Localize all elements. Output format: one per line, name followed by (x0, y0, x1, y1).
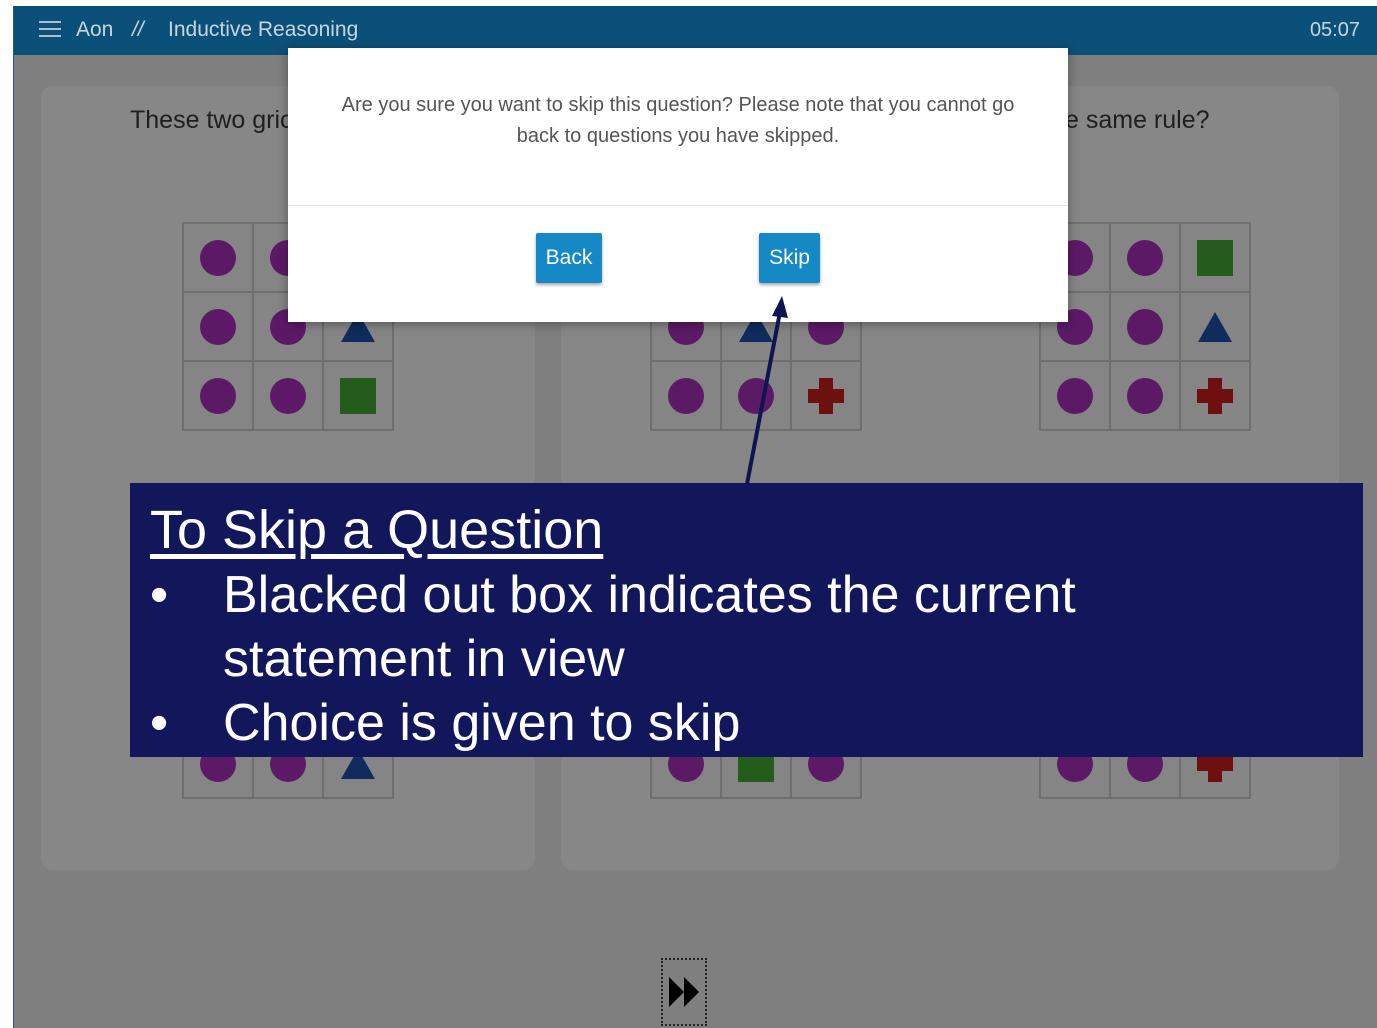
bullet-dot: • (150, 566, 169, 624)
shape-grid-3 (1039, 222, 1251, 431)
triangle-shape (1198, 311, 1232, 342)
fast-forward-icon (669, 977, 699, 1007)
timer: 05:07 (1309, 19, 1360, 41)
circle-shape (200, 308, 236, 345)
circle-shape (1127, 308, 1163, 345)
tutorial-callout: To Skip a Question • Blacked out box ind… (130, 483, 1363, 757)
breadcrumb-separator: // (132, 18, 144, 41)
circle-shape (270, 377, 306, 414)
cross-shape (1197, 377, 1233, 414)
grid-cell (791, 361, 861, 430)
square-shape (340, 377, 376, 414)
circle-shape (1127, 239, 1163, 276)
grid-cell (183, 361, 253, 430)
grid-cell (1110, 361, 1180, 430)
bullet-dot: • (150, 694, 169, 752)
circle-shape (738, 377, 774, 414)
square-shape (1197, 239, 1233, 276)
section-title: Inductive Reasoning (168, 18, 359, 41)
bullet-text: Choice is given to skip (223, 694, 741, 752)
grid-cell (183, 292, 253, 361)
grid-cell (651, 361, 721, 430)
grid-cell (323, 361, 393, 430)
hamburger-icon[interactable] (39, 21, 61, 39)
bullet-text: Blacked out box indicates the current st… (223, 566, 1076, 688)
grid-cell (721, 361, 791, 430)
dialog-divider (288, 205, 1068, 206)
grid-cell (1180, 361, 1250, 430)
grid-cell (1110, 292, 1180, 361)
circle-shape (1127, 377, 1163, 414)
grid-cell (1180, 292, 1250, 361)
dialog-message: Are you sure you want to skip this quest… (341, 94, 1015, 147)
circle-shape (200, 239, 236, 276)
question-text-left: These two gric (130, 106, 293, 134)
skip-nav-button[interactable] (661, 958, 707, 1026)
circle-shape (668, 377, 704, 414)
circle-shape (200, 377, 236, 414)
grid-cell (1040, 361, 1110, 430)
grid-cell (1110, 223, 1180, 292)
circle-shape (1057, 377, 1093, 414)
grid-cell (253, 361, 323, 430)
grid-cell (1180, 223, 1250, 292)
cross-shape (808, 377, 844, 414)
skip-confirm-dialog: Are you sure you want to skip this quest… (288, 48, 1068, 322)
question-text-right: e same rule? (1065, 106, 1210, 134)
grid-cell (183, 223, 253, 292)
brand-label: Aon (76, 18, 114, 41)
back-button[interactable]: Back (536, 233, 602, 283)
skip-button[interactable]: Skip (759, 233, 820, 283)
callout-title: To Skip a Question (150, 500, 604, 560)
